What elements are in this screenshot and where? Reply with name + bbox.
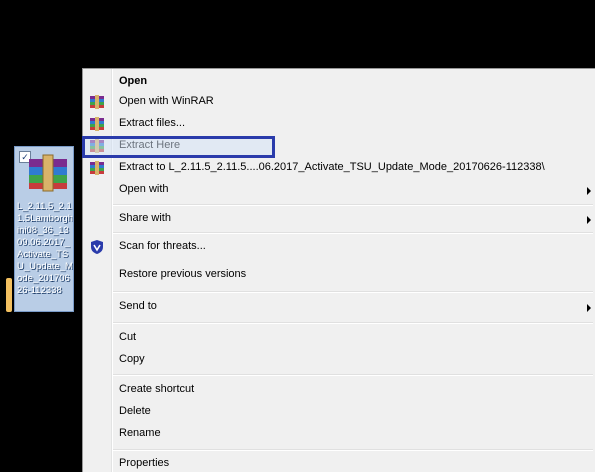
- menu-separator: [113, 449, 593, 451]
- desktop-edge-artifact: [6, 278, 12, 312]
- winrar-icon: [90, 95, 104, 109]
- winrar-archive-icon: [29, 154, 67, 192]
- menu-item-label: Create shortcut: [119, 383, 195, 395]
- menu-item-label: Scan for threats...: [119, 240, 206, 252]
- menu-item-label: Open with: [119, 183, 169, 195]
- menu-item-extract-files[interactable]: Extract files...: [85, 113, 595, 135]
- winrar-icon: [90, 117, 104, 131]
- menu-item-copy[interactable]: Copy: [85, 349, 595, 371]
- chevron-right-icon: [587, 216, 591, 224]
- menu-item-label: Restore previous versions: [119, 268, 247, 280]
- menu-item-send-to[interactable]: Send to: [85, 296, 595, 318]
- menu-item-scan-for-threats[interactable]: Scan for threats...: [85, 236, 595, 258]
- menu-item-label: Extract to L_2.11.5_2.11.5....06.2017_Ac…: [119, 161, 545, 173]
- menu-separator: [113, 232, 593, 234]
- menu-item-extract-to[interactable]: Extract to L_2.11.5_2.11.5....06.2017_Ac…: [85, 157, 595, 179]
- menu-item-cut[interactable]: Cut: [85, 327, 595, 349]
- menu-item-open[interactable]: Open: [85, 71, 595, 93]
- menu-item-create-shortcut[interactable]: Create shortcut: [85, 379, 595, 401]
- menu-separator: [113, 291, 593, 293]
- menu-item-label: Cut: [119, 331, 137, 343]
- chevron-right-icon: [587, 304, 591, 312]
- menu-separator: [113, 322, 593, 324]
- menu-item-open-with[interactable]: Open with: [85, 179, 595, 201]
- menu-item-label: Rename: [119, 427, 161, 439]
- winrar-icon: [90, 161, 104, 175]
- menu-item-label: Share with: [119, 212, 171, 224]
- menu-item-label: Copy: [119, 353, 145, 365]
- menu-separator: [113, 374, 593, 376]
- menu-item-label: Open with WinRAR: [119, 95, 214, 107]
- menu-item-label: Delete: [119, 405, 151, 417]
- menu-separator: [113, 204, 593, 206]
- context-menu: Open Open with WinRAR Extract files... E…: [82, 68, 595, 472]
- menu-item-delete[interactable]: Delete: [85, 401, 595, 423]
- menu-item-label: Properties: [119, 457, 170, 469]
- menu-item-open-with-winrar[interactable]: Open with WinRAR: [85, 91, 595, 113]
- menu-item-share-with[interactable]: Share with: [85, 208, 595, 230]
- menu-item-label: Send to: [119, 300, 157, 312]
- menu-item-rename[interactable]: Rename: [85, 423, 595, 445]
- shield-icon: [91, 240, 103, 254]
- desktop-file-icon[interactable]: ✓ L_2.11.5_2.11.5Lamborghini08_36_1309.0…: [14, 146, 74, 312]
- desktop-file-label: L_2.11.5_2.11.5Lamborghini08_36_1309.06.…: [17, 201, 73, 296]
- extract-here-highlight: [82, 136, 275, 158]
- menu-item-label: Open: [119, 75, 148, 87]
- menu-item-label: Extract files...: [119, 117, 186, 129]
- menu-item-restore-previous-versions[interactable]: Restore previous versions: [85, 264, 595, 286]
- chevron-right-icon: [587, 187, 591, 195]
